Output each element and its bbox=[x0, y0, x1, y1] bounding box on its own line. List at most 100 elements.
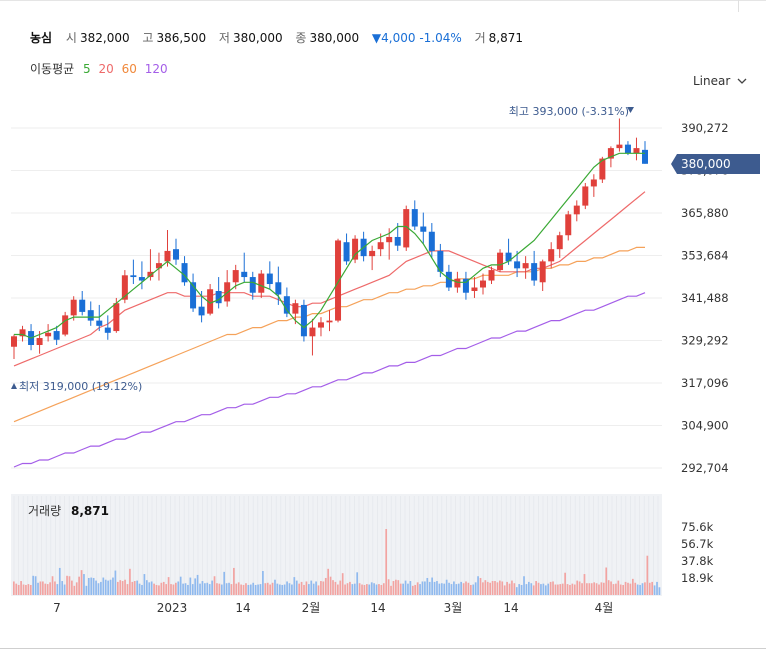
candle-body bbox=[275, 282, 282, 295]
volume-bar bbox=[175, 582, 177, 595]
volume-bar bbox=[610, 581, 612, 595]
volume-bar bbox=[303, 584, 305, 595]
time-axis: 7 2023 14 2월 14 3월 14 4월 bbox=[53, 601, 613, 615]
candle-body bbox=[266, 273, 273, 285]
volume-bar bbox=[472, 584, 475, 595]
volume-bar bbox=[22, 584, 25, 595]
volume-bar bbox=[307, 584, 310, 595]
volume-bar bbox=[494, 581, 496, 595]
time-tick-label: 7 bbox=[53, 601, 61, 615]
volume-bar bbox=[61, 581, 64, 595]
volume-bar bbox=[491, 581, 494, 595]
volume-bar bbox=[80, 570, 83, 595]
candle-body bbox=[369, 250, 376, 257]
volume-bar bbox=[378, 584, 380, 595]
volume-bar bbox=[571, 583, 574, 595]
volume-bar bbox=[129, 568, 131, 595]
volume-bar bbox=[162, 581, 165, 595]
volume-bar bbox=[37, 582, 39, 595]
volume-bar bbox=[540, 584, 542, 595]
candle-body bbox=[420, 226, 427, 232]
candle-body bbox=[479, 280, 486, 288]
volume-bar bbox=[467, 582, 470, 595]
volume-bar bbox=[559, 584, 562, 595]
volume-bar bbox=[201, 581, 204, 595]
volume-bar bbox=[237, 582, 240, 595]
volume-bar bbox=[34, 576, 37, 595]
time-tick-label: 14 bbox=[235, 601, 250, 615]
candle-body bbox=[633, 148, 640, 154]
volume-bar bbox=[395, 579, 397, 595]
volume-bar bbox=[358, 583, 361, 595]
volume-bar bbox=[220, 584, 223, 595]
volume-bar bbox=[462, 583, 465, 595]
volume-bar bbox=[344, 584, 346, 595]
min-price-annotation: 최저 319,000 (19.12%) bbox=[19, 380, 142, 393]
ma60-series bbox=[13, 246, 645, 423]
volume-bar bbox=[58, 567, 61, 595]
volume-bar bbox=[13, 581, 15, 595]
volume-bar bbox=[484, 580, 487, 595]
volume-bar bbox=[49, 582, 51, 595]
candle-body bbox=[224, 282, 231, 302]
volume-bar bbox=[542, 583, 545, 595]
volume-bar bbox=[469, 584, 472, 595]
volume-bar bbox=[25, 584, 27, 595]
volume-bar bbox=[399, 583, 402, 595]
volume-bar bbox=[240, 584, 242, 595]
volume-bar bbox=[525, 584, 528, 595]
volume-bar bbox=[573, 584, 576, 595]
volume-bar bbox=[438, 583, 441, 595]
volume-bar bbox=[380, 584, 383, 595]
volume-bar bbox=[414, 584, 417, 595]
current-price-label: 380,000 bbox=[681, 157, 731, 171]
volume-bar bbox=[75, 582, 78, 595]
volume-bar bbox=[63, 584, 66, 595]
volume-bar bbox=[100, 581, 102, 595]
price-tick-label: 304,900 bbox=[681, 419, 729, 433]
volume-bar bbox=[148, 582, 151, 595]
volume-bar bbox=[457, 583, 460, 595]
candle-body bbox=[556, 235, 563, 250]
volume-grid bbox=[13, 496, 659, 594]
candle-body bbox=[386, 236, 393, 243]
volume-bar bbox=[370, 582, 373, 595]
volume-bar bbox=[532, 585, 535, 595]
volume-bar bbox=[337, 584, 339, 595]
volume-bar bbox=[293, 577, 296, 595]
candle-body bbox=[335, 240, 342, 321]
volume-bar bbox=[29, 584, 32, 595]
volume-bar bbox=[54, 581, 56, 595]
candle-body bbox=[309, 327, 316, 337]
volume-bar bbox=[607, 580, 610, 595]
volume-bar bbox=[385, 529, 388, 595]
volume-bar bbox=[416, 582, 419, 595]
volume-bar bbox=[404, 580, 407, 595]
volume-bar bbox=[119, 580, 122, 595]
volume-bar bbox=[283, 584, 286, 595]
candle-body bbox=[428, 231, 435, 251]
volume-bar bbox=[411, 585, 414, 595]
volume-title: 거래량 bbox=[28, 504, 61, 518]
volume-bar bbox=[366, 584, 368, 595]
volume-bar bbox=[322, 581, 325, 595]
volume-bar bbox=[433, 581, 436, 595]
volume-bar bbox=[324, 577, 327, 595]
volume-bar bbox=[252, 582, 255, 595]
volume-bar bbox=[346, 583, 349, 595]
candle-body bbox=[573, 205, 580, 215]
volume-bar bbox=[136, 580, 139, 595]
volume-bar bbox=[605, 567, 608, 595]
price-chart[interactable]: 390,272378,076365,880353,684341,488329,2… bbox=[0, 0, 766, 657]
volume-bar bbox=[158, 585, 160, 595]
volume-bar bbox=[71, 580, 73, 595]
candle-body bbox=[113, 303, 120, 332]
volume-bar bbox=[421, 581, 424, 595]
volume-bar bbox=[191, 584, 194, 595]
volume-tick-label: 37.8k bbox=[681, 554, 714, 568]
volume-bar bbox=[588, 583, 591, 595]
volume-bar bbox=[78, 576, 80, 595]
volume-bar bbox=[590, 583, 593, 595]
volume-bar bbox=[262, 570, 264, 595]
volume-bar bbox=[213, 576, 216, 595]
